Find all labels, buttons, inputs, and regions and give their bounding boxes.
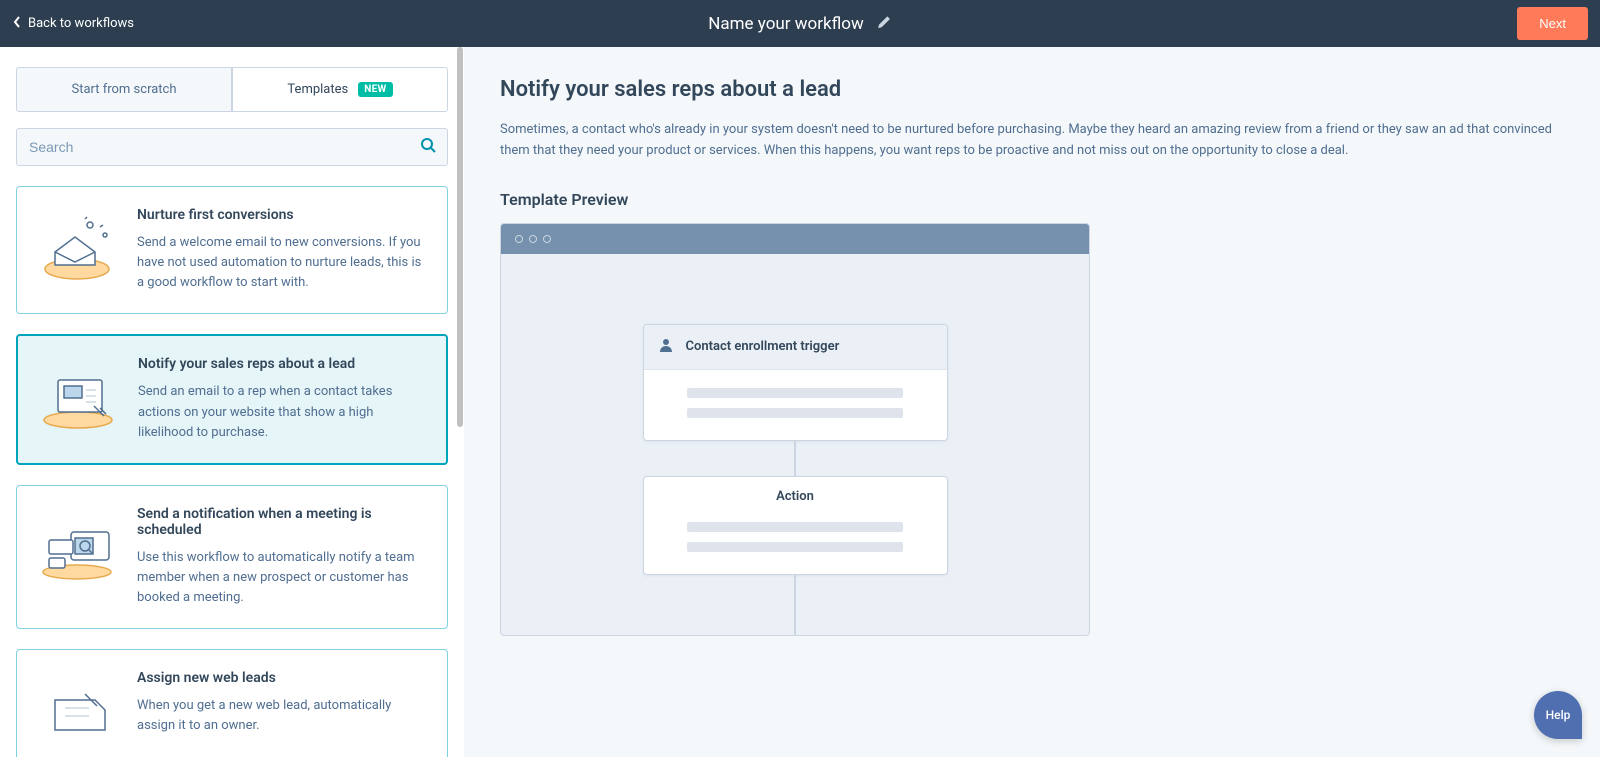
workflow-trigger-node: Contact enrollment trigger (643, 324, 948, 441)
tab-templates-label: Templates (287, 82, 348, 97)
preview-titlebar (501, 224, 1089, 254)
template-thumb-icon (35, 670, 119, 748)
template-desc: Send an email to a rep when a contact ta… (138, 382, 428, 442)
template-thumb-icon (35, 207, 119, 285)
tab-scratch-label: Start from scratch (71, 82, 176, 97)
sidebar-tabs: Start from scratch Templates NEW (16, 67, 448, 112)
app-header: Back to workflows Name your workflow Nex… (0, 0, 1600, 47)
window-dot-icon (515, 235, 523, 243)
sidebar-scrollbar[interactable] (456, 47, 464, 757)
back-label: Back to workflows (28, 16, 134, 31)
action-title: Action (776, 489, 814, 504)
template-thumb-icon (36, 356, 120, 434)
workflow-action-node: Action (643, 476, 948, 575)
tab-start-from-scratch[interactable]: Start from scratch (16, 67, 232, 112)
template-title: Nurture first conversions (137, 207, 429, 223)
new-badge: NEW (358, 82, 392, 97)
placeholder-line (687, 542, 903, 552)
window-dot-icon (543, 235, 551, 243)
template-card-nurture[interactable]: Nurture first conversions Send a welcome… (16, 186, 448, 314)
template-preview-window: Contact enrollment trigger Action (500, 223, 1090, 636)
workflow-title: Name your workflow (708, 14, 863, 34)
help-label: Help (1546, 708, 1571, 722)
tab-templates[interactable]: Templates NEW (232, 67, 448, 112)
window-dot-icon (529, 235, 537, 243)
template-title: Notify your sales reps about a lead (138, 356, 428, 372)
help-button[interactable]: Help (1534, 691, 1582, 739)
main-content: Notify your sales reps about a lead Some… (464, 47, 1600, 757)
template-thumb-icon (35, 506, 119, 584)
workflow-connector (794, 441, 796, 476)
search-wrap (16, 128, 448, 166)
template-title: Assign new web leads (137, 670, 429, 686)
page-description: Sometimes, a contact who's already in yo… (500, 120, 1564, 162)
template-desc: Use this workflow to automatically notif… (137, 548, 429, 608)
sidebar: Start from scratch Templates NEW (0, 47, 464, 757)
trigger-title: Contact enrollment trigger (686, 339, 840, 354)
placeholder-line (687, 388, 903, 398)
placeholder-line (687, 408, 903, 418)
back-to-workflows-link[interactable]: Back to workflows (12, 15, 134, 33)
template-title: Send a notification when a meeting is sc… (137, 506, 429, 538)
preview-label: Template Preview (500, 190, 1564, 209)
edit-title-button[interactable] (878, 14, 892, 33)
template-card-notify-reps[interactable]: Notify your sales reps about a lead Send… (16, 334, 448, 464)
template-desc: When you get a new web lead, automatical… (137, 696, 429, 736)
placeholder-line (687, 522, 903, 532)
contact-icon (658, 337, 674, 357)
page-heading: Notify your sales reps about a lead (500, 77, 1564, 102)
chevron-left-icon (12, 15, 22, 33)
template-card-assign-leads[interactable]: Assign new web leads When you get a new … (16, 649, 448, 757)
next-button[interactable]: Next (1517, 7, 1588, 40)
template-desc: Send a welcome email to new conversions.… (137, 233, 429, 293)
template-card-meeting-notification[interactable]: Send a notification when a meeting is sc… (16, 485, 448, 629)
workflow-connector (794, 575, 796, 636)
search-input[interactable] (16, 128, 448, 166)
search-icon (420, 137, 436, 157)
